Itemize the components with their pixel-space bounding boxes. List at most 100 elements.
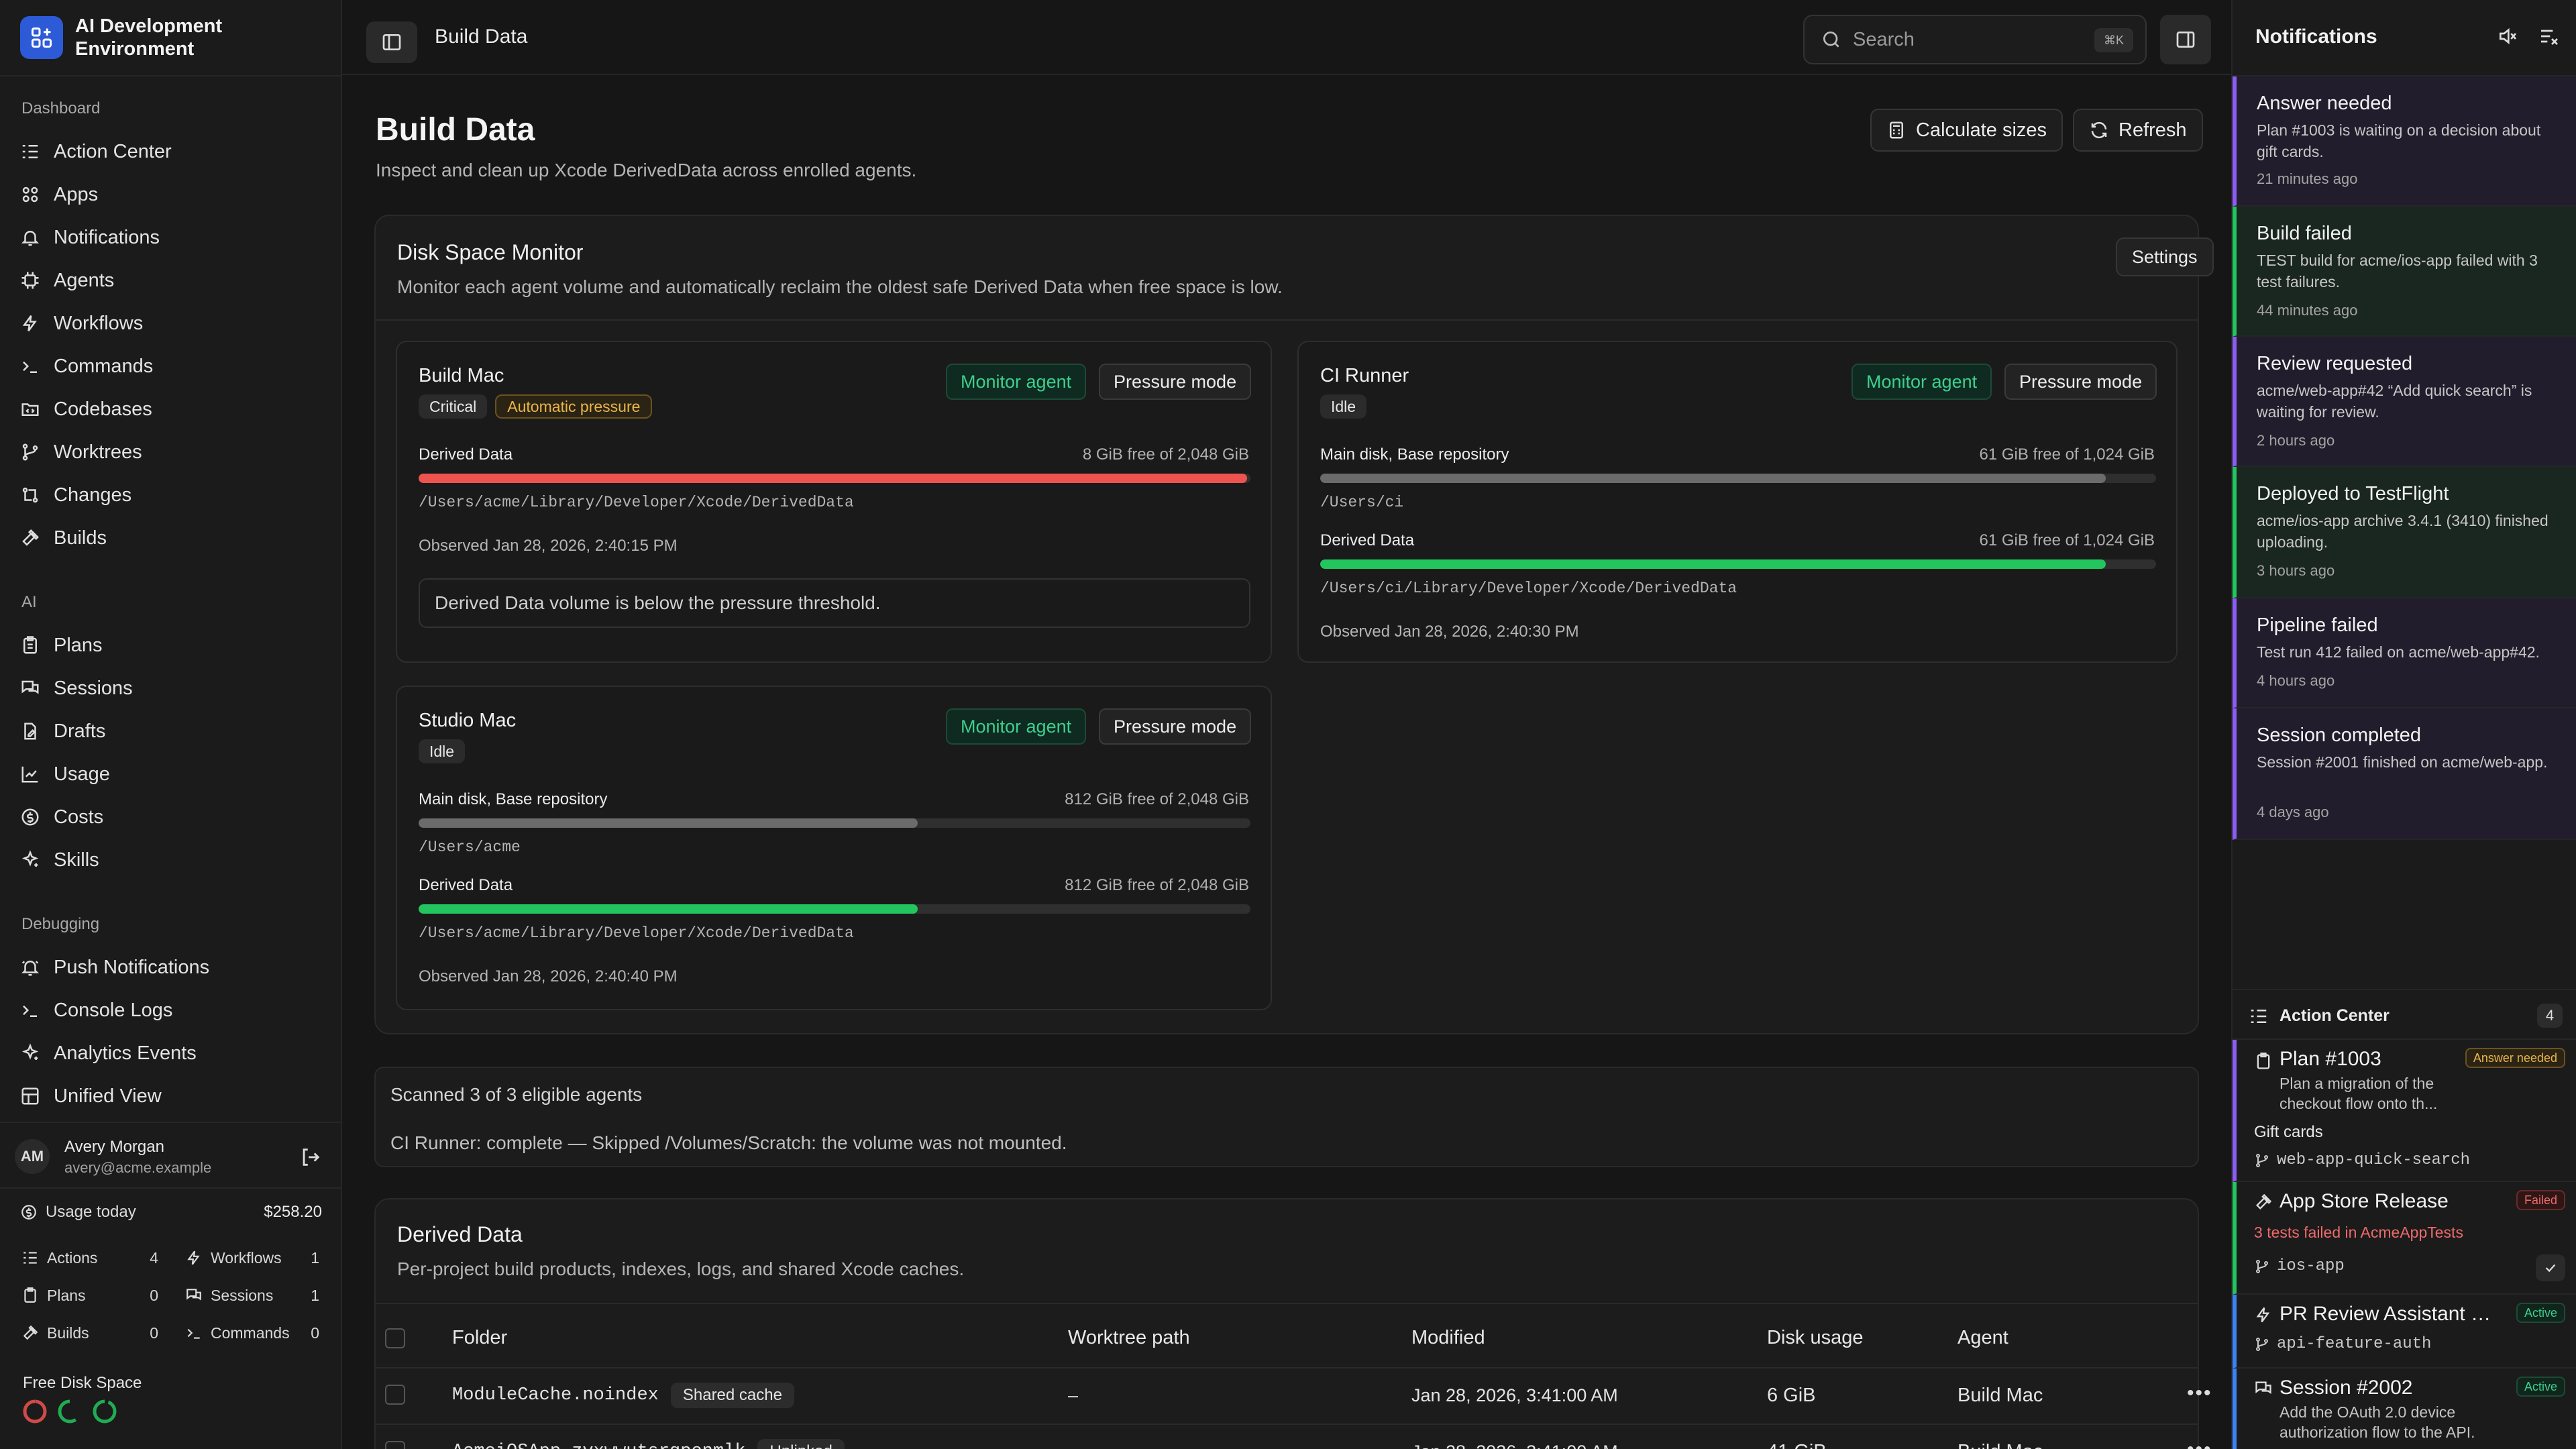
- workflow-icon: [187, 1250, 200, 1265]
- notification-item[interactable]: Deployed to TestFlight acme/ios-app arch…: [2233, 467, 2576, 598]
- action-center-header[interactable]: Action Center 4: [2233, 989, 2576, 1040]
- column-header-worktree[interactable]: Worktree path: [1068, 1327, 1190, 1349]
- row-more-button[interactable]: •••: [2187, 1438, 2212, 1449]
- notification-time: 21 minutes ago: [2257, 170, 2358, 187]
- notification-body: acme/ios-app archive 3.4.1 (3410) finish…: [2257, 512, 2548, 551]
- sidebar-item-worktrees[interactable]: Worktrees: [20, 435, 142, 470]
- disk-ring-icon: [93, 1399, 117, 1424]
- sidebar-item-commands[interactable]: Commands: [20, 349, 153, 384]
- hammer-icon: [2256, 1193, 2272, 1210]
- sidebar-item-action-center[interactable]: Action Center: [20, 134, 172, 169]
- stat-sessions[interactable]: Sessions 1: [185, 1285, 319, 1305]
- sidebar-item-apps[interactable]: Apps: [20, 177, 98, 212]
- sidebar-toggle-icon: [382, 34, 401, 50]
- stat-value: 0: [311, 1324, 319, 1342]
- sidebar-item-unified-view[interactable]: Unified View: [20, 1079, 162, 1114]
- sidebar-item-builds[interactable]: Builds: [20, 521, 107, 555]
- notification-item[interactable]: Answer needed Plan #1003 is waiting on a…: [2233, 76, 2576, 207]
- pressure-mode-button[interactable]: Pressure mode: [2004, 364, 2157, 400]
- stat-value: 0: [150, 1324, 158, 1342]
- folder-tag: Shared cache: [670, 1383, 794, 1408]
- hammer-icon: [22, 529, 40, 546]
- panel-toggle-button[interactable]: [2160, 15, 2211, 64]
- clear-all-icon[interactable]: [2538, 25, 2560, 47]
- sidebar-item-costs[interactable]: Costs: [20, 800, 103, 835]
- sidebar-item-label: Notifications: [54, 226, 160, 248]
- sidebar-item-skills[interactable]: Skills: [20, 843, 99, 877]
- apps-icon: [22, 186, 38, 203]
- calculate-sizes-button[interactable]: Calculate sizes: [1870, 109, 2063, 152]
- disk-ring-track: [93, 1399, 117, 1424]
- pressure-mode-button[interactable]: Pressure mode: [1099, 364, 1252, 400]
- volume-label: Derived Data: [419, 876, 513, 894]
- table-cell-agent: Build Mac: [1957, 1437, 2043, 1449]
- brand[interactable]: AI Development Environment: [20, 15, 276, 60]
- monitor-agent-button[interactable]: Monitor agent: [946, 708, 1087, 745]
- sidebar-item-agents[interactable]: Agents: [20, 263, 114, 298]
- search-input[interactable]: Search ⌘K: [1803, 15, 2147, 64]
- sidebar-item-console-logs[interactable]: Console Logs: [20, 993, 172, 1028]
- sidebar-item-changes[interactable]: Changes: [20, 478, 131, 513]
- sidebar-item-codebases[interactable]: Codebases: [20, 392, 152, 427]
- stat-value: 4: [150, 1248, 158, 1267]
- refresh-button[interactable]: Refresh: [2073, 109, 2203, 152]
- column-header-agent[interactable]: Agent: [1957, 1327, 2008, 1349]
- branch-ref: ios-app: [2254, 1257, 2345, 1275]
- usage-label: Usage today: [46, 1203, 136, 1221]
- cpu-icon: [21, 272, 39, 289]
- sidebar-item-notifications[interactable]: Notifications: [20, 220, 160, 255]
- pressure-mode-button[interactable]: Pressure mode: [1099, 708, 1252, 745]
- topbar: Build Data Search ⌘K: [342, 0, 2231, 75]
- row-more-button[interactable]: •••: [2187, 1382, 2212, 1405]
- check-icon: [2545, 1264, 2556, 1273]
- sidebar-item-usage[interactable]: Usage: [20, 757, 110, 792]
- sidebar-item-label: Analytics Events: [54, 1042, 197, 1064]
- sidebar-item-push-notifications[interactable]: Push Notifications: [20, 950, 209, 985]
- approve-button[interactable]: [2536, 1254, 2565, 1281]
- sidebar-item-label: Costs: [54, 806, 104, 828]
- free-disk-rings[interactable]: [21, 1398, 118, 1425]
- monitor-agent-button[interactable]: Monitor agent: [946, 364, 1087, 400]
- notification-item[interactable]: Pipeline failed Test run 412 failed on a…: [2233, 598, 2576, 708]
- select-all-checkbox[interactable]: [385, 1328, 405, 1348]
- panel-right-icon: [2176, 32, 2195, 48]
- stat-actions[interactable]: Actions 4: [21, 1248, 158, 1268]
- column-header-disk-usage[interactable]: Disk usage: [1767, 1327, 1863, 1349]
- action-item-pr-review[interactable]: PR Review Assistant #4... Active api-fea…: [2233, 1295, 2576, 1368]
- action-item-plan[interactable]: Plan #1003 Answer needed Plan a migratio…: [2233, 1040, 2576, 1182]
- sidebar-item-sessions[interactable]: Sessions: [20, 671, 133, 706]
- stat-workflows[interactable]: Workflows 1: [185, 1248, 319, 1268]
- sidebar-toggle-button[interactable]: [366, 21, 417, 63]
- stat-builds[interactable]: Builds 0: [21, 1323, 158, 1343]
- notification-item[interactable]: Session completed Session #2001 finished…: [2233, 708, 2576, 840]
- logout-icon[interactable]: [299, 1146, 322, 1169]
- sidebar-item-analytics-events[interactable]: Analytics Events: [20, 1036, 197, 1071]
- divider: [376, 1303, 2198, 1304]
- column-header-folder[interactable]: Folder: [452, 1327, 507, 1349]
- user-box: AM Avery Morgan avery@acme.example: [0, 1122, 342, 1189]
- notification-item[interactable]: Review requested acme/web-app#42 “Add qu…: [2233, 337, 2576, 467]
- action-item-session[interactable]: Session #2002 Active Add the OAuth 2.0 d…: [2233, 1368, 2576, 1449]
- monitor-agent-button[interactable]: Monitor agent: [1851, 364, 1992, 400]
- action-item-release[interactable]: App Store Release Failed 3 tests failed …: [2233, 1182, 2576, 1295]
- stat-commands[interactable]: Commands 0: [185, 1323, 319, 1343]
- column-header-modified[interactable]: Modified: [1411, 1327, 1485, 1349]
- avatar[interactable]: AM: [15, 1139, 50, 1174]
- sidebar-item-drafts[interactable]: Drafts: [20, 714, 105, 749]
- notification-item[interactable]: Build failed TEST build for acme/ios-app…: [2233, 207, 2576, 337]
- volume-usage-fill: [419, 818, 918, 828]
- main-content: Build Data Inspect and clean up Xcode De…: [342, 76, 2231, 1449]
- sidebar-item-plans[interactable]: Plans: [20, 628, 103, 663]
- free-disk-label: Free Disk Space: [23, 1374, 142, 1392]
- mute-icon[interactable]: [2497, 25, 2518, 47]
- row-checkbox[interactable]: [385, 1441, 405, 1449]
- divider: [376, 1367, 2198, 1368]
- chart-line-icon: [21, 766, 38, 783]
- stat-plans[interactable]: Plans 0: [21, 1285, 158, 1305]
- row-checkbox[interactable]: [385, 1385, 405, 1405]
- action-item-extra: Gift cards: [2254, 1123, 2323, 1141]
- settings-button[interactable]: Settings: [2116, 237, 2214, 276]
- sidebar-item-workflows[interactable]: Workflows: [20, 306, 143, 341]
- volume-label: Derived Data: [419, 445, 513, 464]
- usage-today[interactable]: Usage today $258.20: [20, 1202, 322, 1222]
